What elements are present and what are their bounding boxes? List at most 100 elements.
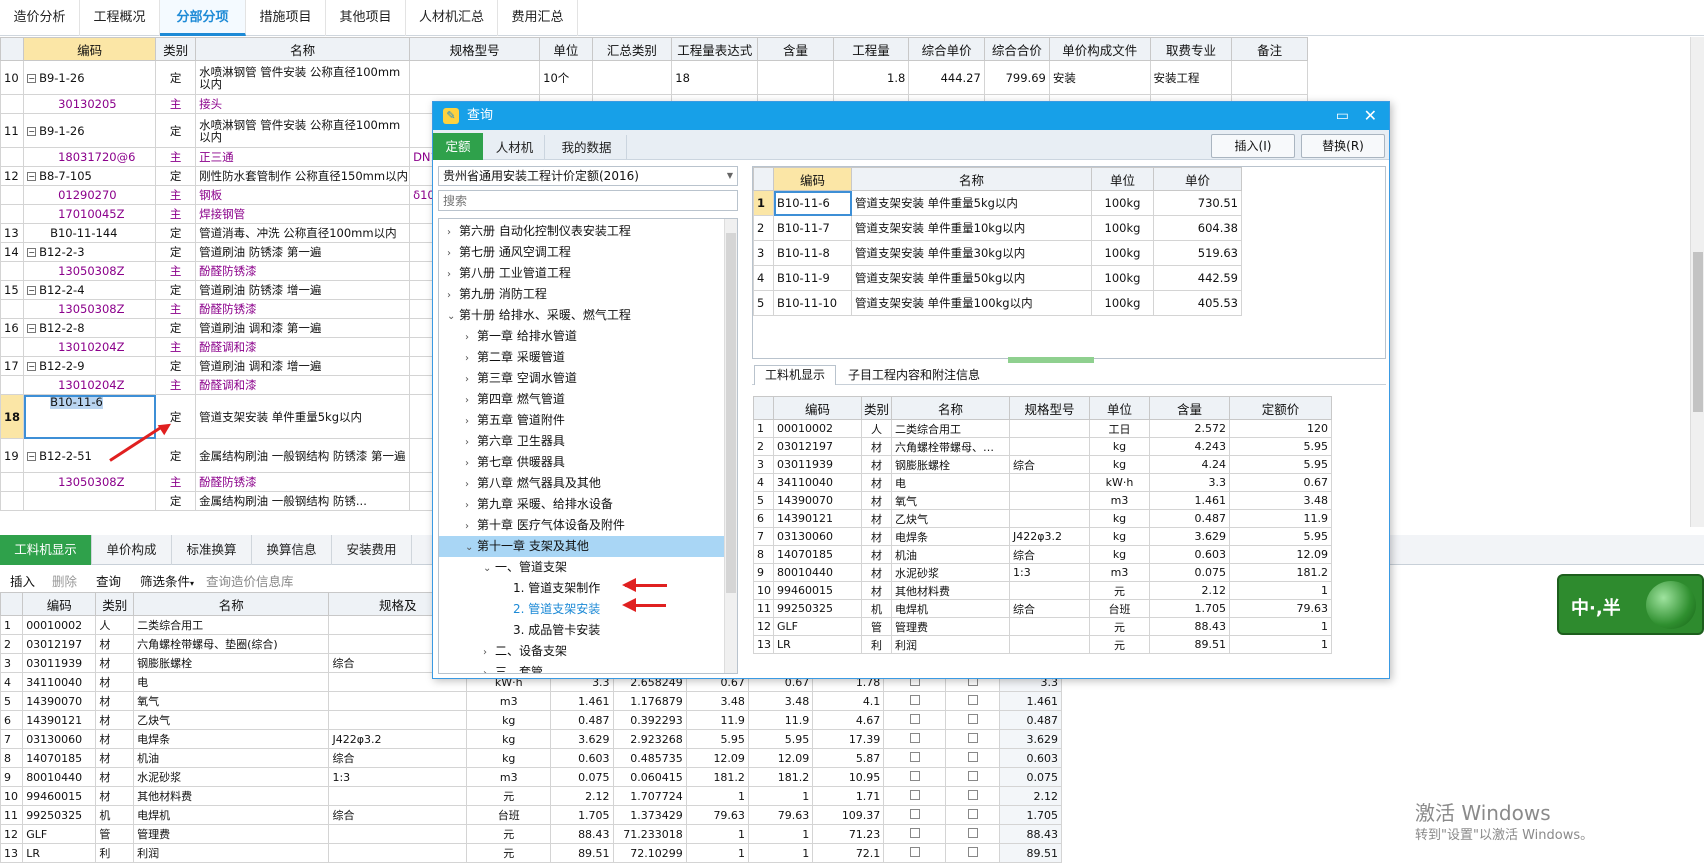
- column-header[interactable]: 类别: [861, 396, 892, 420]
- checkbox-cell[interactable]: [883, 748, 947, 768]
- resource-content[interactable]: 89.51: [1149, 635, 1230, 654]
- row-index[interactable]: 4: [0, 672, 24, 692]
- column-header[interactable]: 单价: [1153, 167, 1242, 191]
- chevron-icon[interactable]: ›: [465, 516, 477, 537]
- row-index[interactable]: 14: [0, 242, 25, 262]
- resource-total[interactable]: 4.67: [812, 710, 885, 730]
- replace-button[interactable]: 替换(R): [1301, 134, 1385, 158]
- resource-price[interactable]: 1: [1229, 635, 1332, 654]
- resource-market-price[interactable]: 1: [747, 843, 814, 863]
- tree-scroll-thumb[interactable]: [726, 233, 736, 593]
- tree-node[interactable]: › 第三章 空调水管道: [439, 368, 725, 389]
- row-index[interactable]: 10: [753, 581, 774, 600]
- resource-name[interactable]: 电焊条: [133, 729, 330, 749]
- checkbox-cell[interactable]: [945, 786, 1000, 806]
- resource-name[interactable]: 钢膨胀螺栓: [891, 455, 1010, 474]
- quota-name[interactable]: 管道支架安装 单件重量5kg以内: [851, 190, 1092, 216]
- resource-market-price[interactable]: 1: [747, 824, 814, 844]
- resource-content-2[interactable]: 3.629: [998, 729, 1063, 749]
- row-index[interactable]: 17: [0, 356, 25, 376]
- checkbox-cell[interactable]: [945, 729, 1000, 749]
- ime-indicator[interactable]: 中·,半: [1557, 574, 1704, 635]
- collapse-icon[interactable]: −: [27, 286, 37, 295]
- resource-name[interactable]: 管理费: [133, 824, 330, 844]
- resource-price[interactable]: 1: [685, 843, 749, 863]
- resource-price[interactable]: 181.2: [1229, 563, 1332, 582]
- type-cell[interactable]: 定: [155, 491, 197, 511]
- resource-content[interactable]: 2.572: [1149, 419, 1230, 438]
- resource-price[interactable]: 11.9: [685, 710, 749, 730]
- resource-total[interactable]: 10.95: [812, 767, 885, 787]
- name-cell[interactable]: 接头: [195, 94, 411, 114]
- resource-type[interactable]: 机: [861, 599, 892, 618]
- type-cell[interactable]: 定: [155, 223, 197, 243]
- resource-code[interactable]: GLF: [773, 617, 862, 636]
- name-cell[interactable]: 金属结构刷油 一般钢结构 防锈...: [195, 491, 411, 511]
- code-cell[interactable]: 13050308Z: [23, 472, 157, 492]
- chevron-icon[interactable]: ›: [465, 453, 477, 474]
- type-cell[interactable]: 定: [155, 318, 197, 338]
- chevron-icon[interactable]: ›: [465, 474, 477, 495]
- row-index[interactable]: 3: [753, 240, 774, 266]
- row-index[interactable]: 12: [0, 166, 25, 186]
- column-header[interactable]: 名称: [133, 592, 330, 616]
- insert-button[interactable]: 插入: [10, 571, 35, 590]
- column-header[interactable]: 综合合价: [983, 37, 1050, 61]
- collapse-icon[interactable]: −: [27, 172, 37, 181]
- code-cell[interactable]: 13050308Z: [23, 261, 157, 281]
- resource-content[interactable]: 0.075: [550, 767, 614, 787]
- row-index[interactable]: 6: [753, 509, 774, 528]
- resource-code[interactable]: 03130060: [22, 729, 97, 749]
- row-index[interactable]: 4: [753, 265, 774, 291]
- resource-spec[interactable]: 综合: [1009, 545, 1090, 564]
- row-index[interactable]: 15: [0, 280, 25, 300]
- quota-code[interactable]: B10-11-7: [773, 215, 852, 241]
- code-cell[interactable]: − B12-2-9: [23, 356, 157, 376]
- resource-row[interactable]: 9 80010440 材水泥砂浆 1:3 m3 0.075 181.2: [753, 563, 1332, 582]
- name-cell[interactable]: 管道刷油 调和漆 第一遍: [195, 318, 411, 338]
- resource-type[interactable]: 管: [861, 617, 892, 636]
- name-cell[interactable]: 正三通: [195, 147, 411, 167]
- resource-name[interactable]: 乙炔气: [891, 509, 1010, 528]
- resource-price[interactable]: 5.95: [1229, 455, 1332, 474]
- resource-name[interactable]: 氧气: [133, 691, 330, 711]
- quota-unit[interactable]: 100kg: [1091, 190, 1154, 216]
- resource-row[interactable]: 2 03012197 材六角螺栓带螺母、… kg 4.243 5.95: [753, 437, 1332, 456]
- quota-unit[interactable]: 100kg: [1091, 215, 1154, 241]
- resource-code[interactable]: 14070185: [22, 748, 97, 768]
- resource-content[interactable]: 1.461: [550, 691, 614, 711]
- resource-content-2[interactable]: 88.43: [998, 824, 1063, 844]
- resource-price[interactable]: 1: [1229, 581, 1332, 600]
- resource-name[interactable]: 水泥砂浆: [891, 563, 1010, 582]
- resource-spec[interactable]: [1009, 617, 1090, 636]
- resource-total[interactable]: 1.71: [812, 786, 885, 806]
- column-header[interactable]: 类别: [155, 37, 197, 61]
- quota-row[interactable]: 4 B10-11-9 管道支架安装 单件重量50kg以内 100kg 442.59: [753, 265, 1242, 291]
- query-button[interactable]: 查询: [96, 571, 121, 590]
- tree-node[interactable]: 2. 管道支架安装: [439, 599, 725, 620]
- table-row[interactable]: 10 99460015 材其他材料费元 2.12 1.707724 1 1 1.71 2.12: [0, 786, 1063, 806]
- checkbox-cell[interactable]: [883, 786, 947, 806]
- resource-unit[interactable]: 元: [1089, 581, 1150, 600]
- code-cell[interactable]: 13010204Z: [23, 375, 157, 395]
- resource-unit[interactable]: m3: [466, 767, 552, 787]
- column-header[interactable]: 规格型号: [1009, 396, 1090, 420]
- resource-unit[interactable]: kg: [1089, 509, 1150, 528]
- resource-code[interactable]: 34110040: [22, 672, 97, 692]
- row-index[interactable]: 1: [753, 419, 774, 438]
- type-cell[interactable]: 主: [155, 185, 197, 205]
- quota-row[interactable]: 5 B10-11-10 管道支架安装 单件重量100kg以内 100kg 405.53: [753, 290, 1242, 316]
- checkbox[interactable]: [909, 828, 920, 838]
- resource-row[interactable]: 6 14390121 材乙炔气 kg 0.487 11.9: [753, 509, 1332, 528]
- row-index[interactable]: 9: [753, 563, 774, 582]
- resource-row[interactable]: 11 99250325 机电焊机 综合 台班 1.705 79.63: [753, 599, 1332, 618]
- row-index[interactable]: 18: [0, 394, 25, 439]
- resource-market-price[interactable]: 181.2: [747, 767, 814, 787]
- checkbox[interactable]: [909, 733, 920, 743]
- content-cell[interactable]: [757, 60, 834, 95]
- collapse-icon[interactable]: −: [27, 248, 37, 257]
- tab-price-build[interactable]: 单价构成: [92, 535, 172, 565]
- resource-spec[interactable]: J422φ3.2: [1009, 527, 1090, 546]
- resource-name[interactable]: 电: [133, 672, 330, 692]
- resource-name[interactable]: 利润: [133, 843, 330, 863]
